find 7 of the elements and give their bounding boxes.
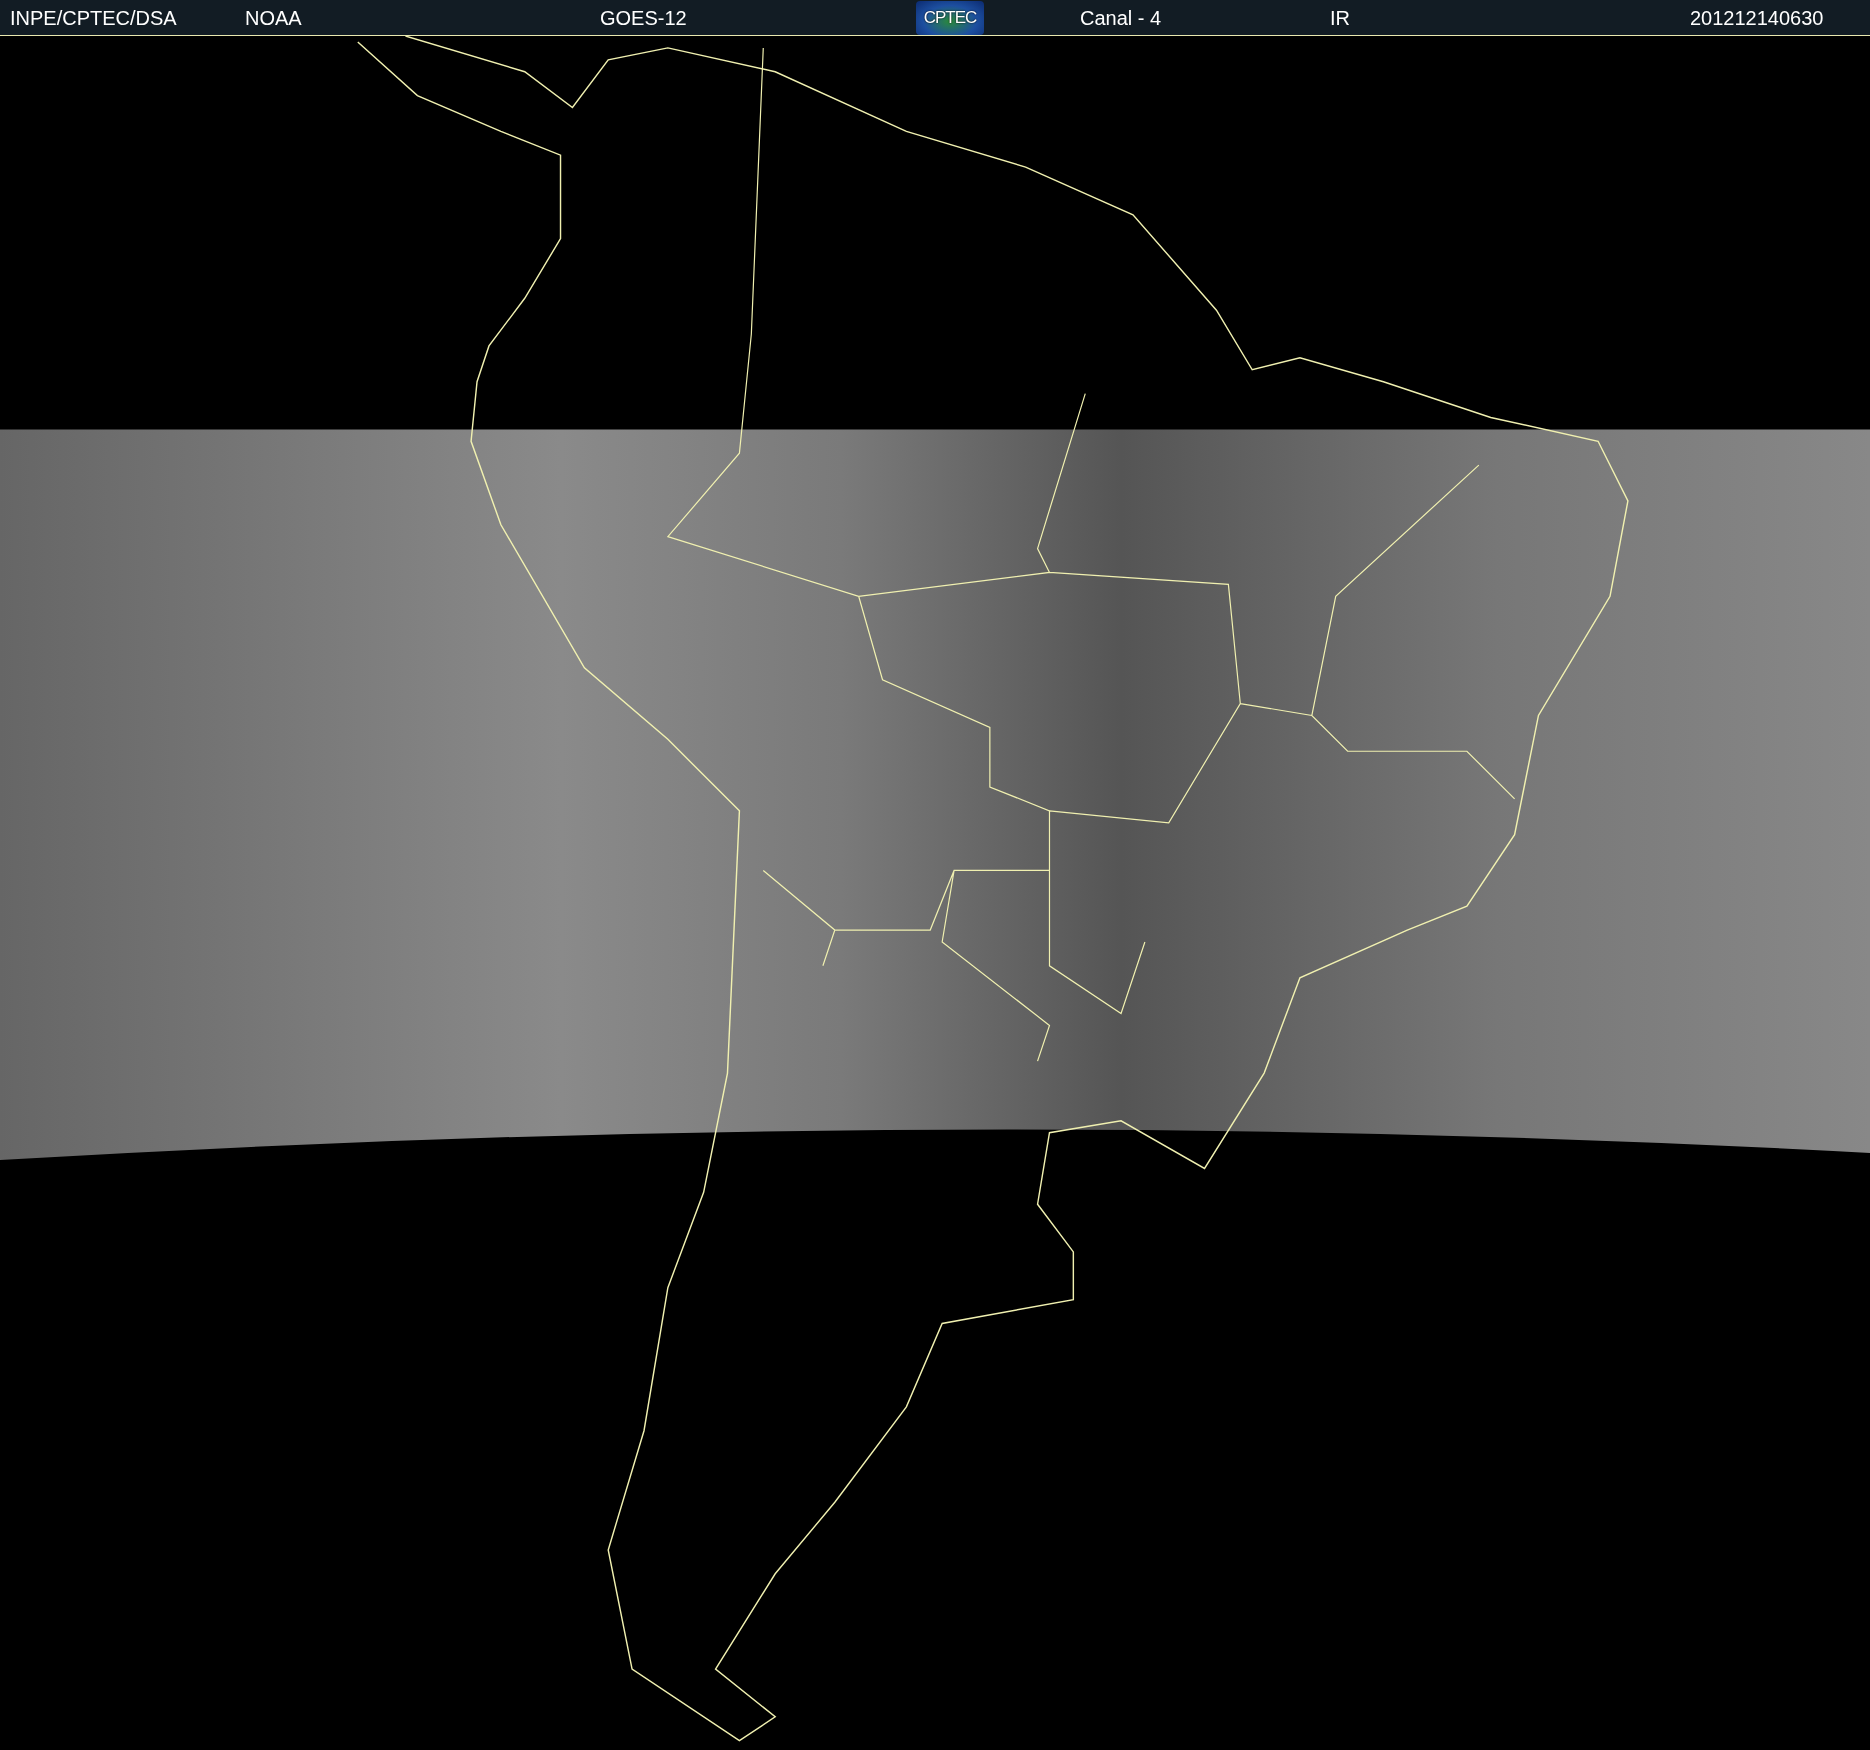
header-label: IR xyxy=(1330,7,1351,28)
header-label: NOAA xyxy=(245,7,303,28)
header-label: Canal - 4 xyxy=(1080,7,1163,28)
header-label: 201212140630 xyxy=(1690,7,1825,28)
logo: CPTEC xyxy=(916,0,984,35)
header-label: INPE/CPTEC/DSA xyxy=(10,7,178,28)
header-label: GOES-12 xyxy=(600,7,688,28)
